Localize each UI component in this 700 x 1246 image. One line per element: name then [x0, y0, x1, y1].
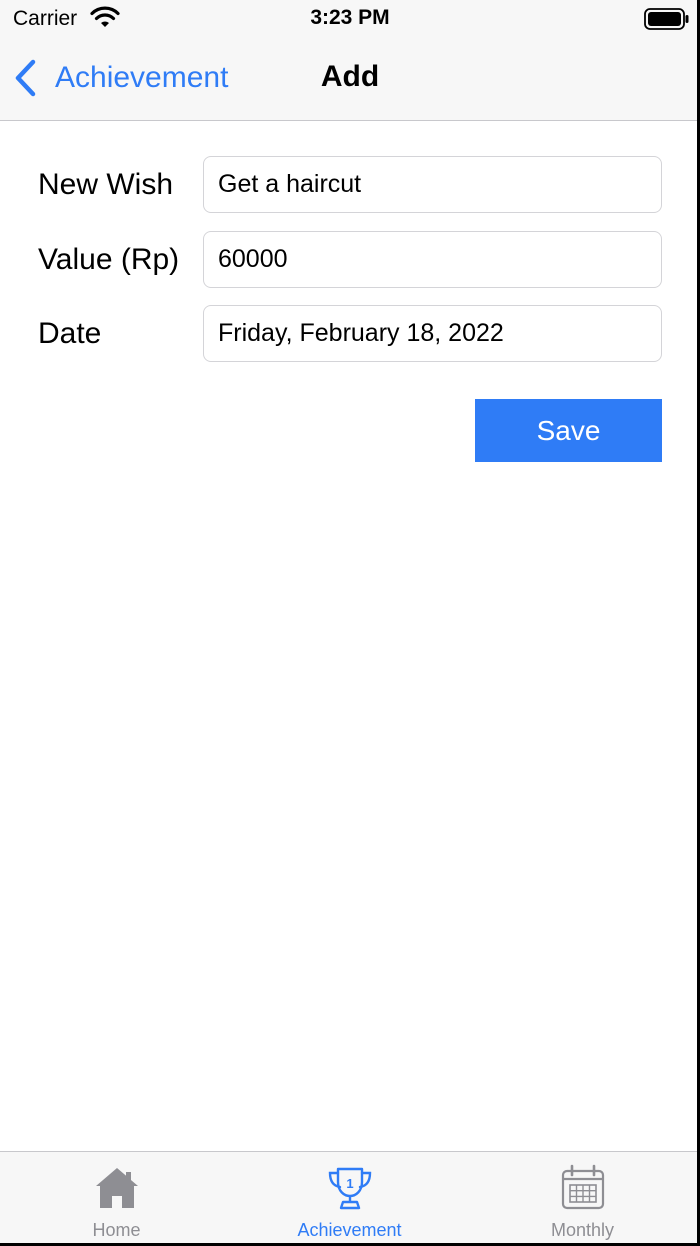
- tab-achievement-label: Achievement: [297, 1220, 402, 1240]
- tab-achievement[interactable]: 1 Achievement: [233, 1152, 466, 1246]
- tab-bar: Home 1 Achievement Monthly: [0, 1151, 700, 1246]
- battery-icon: [644, 8, 689, 30]
- new-wish-field[interactable]: Get a haircut: [203, 156, 662, 213]
- calendar-icon: [561, 1164, 604, 1210]
- svg-text:1: 1: [346, 1176, 353, 1191]
- date-field[interactable]: Friday, February 18, 2022: [203, 305, 662, 362]
- date-row: Date Friday, February 18, 2022: [38, 305, 662, 362]
- page-title: Add: [320, 60, 380, 93]
- trophy-icon: 1: [328, 1167, 371, 1210]
- status-time: 3:23 PM: [310, 6, 390, 29]
- status-bar: Carrier 3:23 PM: [0, 0, 700, 40]
- screen: Carrier 3:23 PM Achievement Add New Wish…: [0, 0, 700, 1246]
- value-field[interactable]: 60000: [203, 231, 662, 288]
- new-wish-row: New Wish Get a haircut: [38, 156, 662, 213]
- value-label: Value (Rp): [38, 243, 180, 276]
- tab-home[interactable]: Home: [0, 1152, 233, 1246]
- date-label: Date: [38, 317, 102, 350]
- save-button[interactable]: Save: [475, 399, 662, 462]
- navigation-bar: Achievement Add: [0, 40, 700, 121]
- tab-monthly-label: Monthly: [550, 1220, 615, 1240]
- new-wish-label: New Wish: [38, 168, 174, 201]
- house-icon: [95, 1168, 138, 1208]
- tab-home-label: Home: [92, 1220, 141, 1240]
- value-row: Value (Rp) 60000: [38, 231, 662, 288]
- tab-monthly[interactable]: Monthly: [466, 1152, 699, 1246]
